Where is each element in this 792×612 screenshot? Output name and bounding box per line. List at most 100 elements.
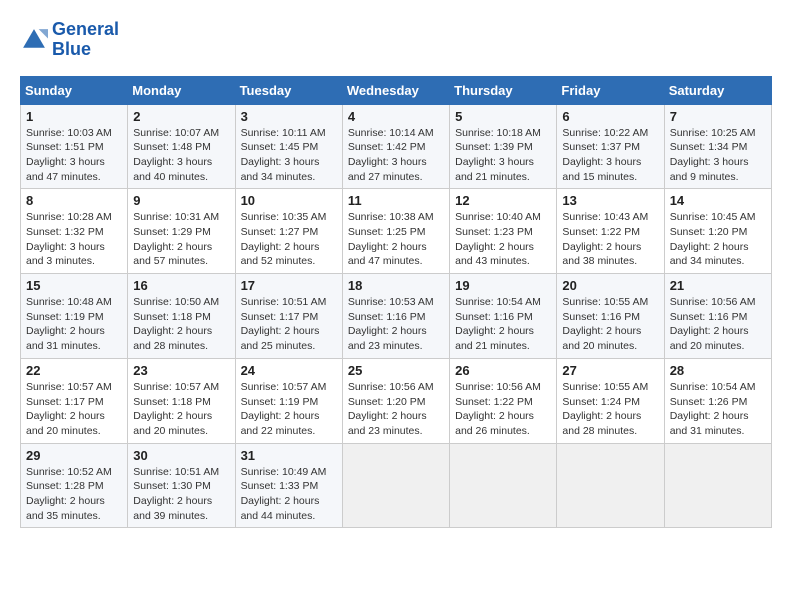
- sunrise-label: Sunrise: 10:56 AM: [348, 381, 434, 393]
- sunrise-label: Sunrise: 10:57 AM: [241, 381, 327, 393]
- daylight-label: Daylight: 2 hours and 21 minutes.: [455, 325, 534, 352]
- daylight-label: Daylight: 2 hours and 38 minutes.: [562, 241, 641, 268]
- day-info: Sunrise: 10:54 AM Sunset: 1:16 PM Daylig…: [455, 295, 551, 354]
- calendar-cell: 26 Sunrise: 10:56 AM Sunset: 1:22 PM Day…: [450, 358, 557, 443]
- calendar-cell: 20 Sunrise: 10:55 AM Sunset: 1:16 PM Day…: [557, 274, 664, 359]
- sunrise-label: Sunrise: 10:48 AM: [26, 296, 112, 308]
- calendar-cell: 18 Sunrise: 10:53 AM Sunset: 1:16 PM Day…: [342, 274, 449, 359]
- daylight-label: Daylight: 2 hours and 39 minutes.: [133, 495, 212, 522]
- logo-icon: [20, 26, 48, 54]
- daylight-label: Daylight: 2 hours and 22 minutes.: [241, 410, 320, 437]
- calendar-week-5: 29 Sunrise: 10:52 AM Sunset: 1:28 PM Day…: [21, 443, 772, 528]
- day-info: Sunrise: 10:54 AM Sunset: 1:26 PM Daylig…: [670, 380, 766, 439]
- sunrise-label: Sunrise: 10:57 AM: [26, 381, 112, 393]
- day-info: Sunrise: 10:56 AM Sunset: 1:22 PM Daylig…: [455, 380, 551, 439]
- sunrise-label: Sunrise: 10:14 AM: [348, 127, 434, 139]
- daylight-label: Daylight: 2 hours and 20 minutes.: [670, 325, 749, 352]
- day-info: Sunrise: 10:56 AM Sunset: 1:20 PM Daylig…: [348, 380, 444, 439]
- daylight-label: Daylight: 2 hours and 57 minutes.: [133, 241, 212, 268]
- sunrise-label: Sunrise: 10:55 AM: [562, 296, 648, 308]
- calendar-cell: 12 Sunrise: 10:40 AM Sunset: 1:23 PM Day…: [450, 189, 557, 274]
- daylight-label: Daylight: 2 hours and 23 minutes.: [348, 410, 427, 437]
- calendar-cell: 10 Sunrise: 10:35 AM Sunset: 1:27 PM Day…: [235, 189, 342, 274]
- day-number: 9: [133, 193, 229, 208]
- calendar-cell: 15 Sunrise: 10:48 AM Sunset: 1:19 PM Day…: [21, 274, 128, 359]
- day-number: 19: [455, 278, 551, 293]
- weekday-header-thursday: Thursday: [450, 76, 557, 104]
- day-number: 24: [241, 363, 337, 378]
- day-number: 3: [241, 109, 337, 124]
- daylight-label: Daylight: 3 hours and 9 minutes.: [670, 156, 749, 183]
- day-info: Sunrise: 10:55 AM Sunset: 1:24 PM Daylig…: [562, 380, 658, 439]
- day-info: Sunrise: 10:07 AM Sunset: 1:48 PM Daylig…: [133, 126, 229, 185]
- calendar-week-4: 22 Sunrise: 10:57 AM Sunset: 1:17 PM Day…: [21, 358, 772, 443]
- day-number: 10: [241, 193, 337, 208]
- day-info: Sunrise: 10:35 AM Sunset: 1:27 PM Daylig…: [241, 210, 337, 269]
- day-number: 30: [133, 448, 229, 463]
- day-number: 23: [133, 363, 229, 378]
- day-number: 11: [348, 193, 444, 208]
- sunset-label: Sunset: 1:19 PM: [26, 311, 104, 323]
- sunset-label: Sunset: 1:16 PM: [562, 311, 640, 323]
- logo: General Blue: [20, 20, 119, 60]
- sunset-label: Sunset: 1:39 PM: [455, 141, 533, 153]
- sunset-label: Sunset: 1:33 PM: [241, 480, 319, 492]
- daylight-label: Daylight: 2 hours and 20 minutes.: [133, 410, 212, 437]
- sunset-label: Sunset: 1:22 PM: [562, 226, 640, 238]
- day-number: 1: [26, 109, 122, 124]
- weekday-header-sunday: Sunday: [21, 76, 128, 104]
- daylight-label: Daylight: 3 hours and 15 minutes.: [562, 156, 641, 183]
- daylight-label: Daylight: 2 hours and 23 minutes.: [348, 325, 427, 352]
- sunrise-label: Sunrise: 10:22 AM: [562, 127, 648, 139]
- sunset-label: Sunset: 1:24 PM: [562, 396, 640, 408]
- day-info: Sunrise: 10:40 AM Sunset: 1:23 PM Daylig…: [455, 210, 551, 269]
- calendar-cell: 7 Sunrise: 10:25 AM Sunset: 1:34 PM Dayl…: [664, 104, 771, 189]
- sunrise-label: Sunrise: 10:45 AM: [670, 211, 756, 223]
- calendar-cell: [342, 443, 449, 528]
- day-number: 2: [133, 109, 229, 124]
- calendar-cell: 6 Sunrise: 10:22 AM Sunset: 1:37 PM Dayl…: [557, 104, 664, 189]
- sunrise-label: Sunrise: 10:07 AM: [133, 127, 219, 139]
- calendar-table: SundayMondayTuesdayWednesdayThursdayFrid…: [20, 76, 772, 529]
- calendar-cell: 19 Sunrise: 10:54 AM Sunset: 1:16 PM Day…: [450, 274, 557, 359]
- sunset-label: Sunset: 1:27 PM: [241, 226, 319, 238]
- day-info: Sunrise: 10:31 AM Sunset: 1:29 PM Daylig…: [133, 210, 229, 269]
- day-info: Sunrise: 10:56 AM Sunset: 1:16 PM Daylig…: [670, 295, 766, 354]
- day-number: 12: [455, 193, 551, 208]
- sunrise-label: Sunrise: 10:31 AM: [133, 211, 219, 223]
- daylight-label: Daylight: 2 hours and 20 minutes.: [26, 410, 105, 437]
- sunrise-label: Sunrise: 10:40 AM: [455, 211, 541, 223]
- sunrise-label: Sunrise: 10:03 AM: [26, 127, 112, 139]
- day-number: 20: [562, 278, 658, 293]
- day-info: Sunrise: 10:57 AM Sunset: 1:17 PM Daylig…: [26, 380, 122, 439]
- daylight-label: Daylight: 2 hours and 47 minutes.: [348, 241, 427, 268]
- day-info: Sunrise: 10:57 AM Sunset: 1:18 PM Daylig…: [133, 380, 229, 439]
- calendar-cell: 16 Sunrise: 10:50 AM Sunset: 1:18 PM Day…: [128, 274, 235, 359]
- day-number: 17: [241, 278, 337, 293]
- daylight-label: Daylight: 2 hours and 31 minutes.: [26, 325, 105, 352]
- sunrise-label: Sunrise: 10:49 AM: [241, 466, 327, 478]
- day-info: Sunrise: 10:25 AM Sunset: 1:34 PM Daylig…: [670, 126, 766, 185]
- daylight-label: Daylight: 2 hours and 52 minutes.: [241, 241, 320, 268]
- sunrise-label: Sunrise: 10:54 AM: [455, 296, 541, 308]
- day-info: Sunrise: 10:52 AM Sunset: 1:28 PM Daylig…: [26, 465, 122, 524]
- day-number: 27: [562, 363, 658, 378]
- day-info: Sunrise: 10:45 AM Sunset: 1:20 PM Daylig…: [670, 210, 766, 269]
- day-info: Sunrise: 10:14 AM Sunset: 1:42 PM Daylig…: [348, 126, 444, 185]
- calendar-cell: 24 Sunrise: 10:57 AM Sunset: 1:19 PM Day…: [235, 358, 342, 443]
- daylight-label: Daylight: 3 hours and 34 minutes.: [241, 156, 320, 183]
- daylight-label: Daylight: 2 hours and 35 minutes.: [26, 495, 105, 522]
- sunset-label: Sunset: 1:48 PM: [133, 141, 211, 153]
- calendar-cell: 30 Sunrise: 10:51 AM Sunset: 1:30 PM Day…: [128, 443, 235, 528]
- calendar-cell: 3 Sunrise: 10:11 AM Sunset: 1:45 PM Dayl…: [235, 104, 342, 189]
- sunrise-label: Sunrise: 10:28 AM: [26, 211, 112, 223]
- sunrise-label: Sunrise: 10:43 AM: [562, 211, 648, 223]
- calendar-cell: 13 Sunrise: 10:43 AM Sunset: 1:22 PM Day…: [557, 189, 664, 274]
- sunset-label: Sunset: 1:22 PM: [455, 396, 533, 408]
- sunset-label: Sunset: 1:45 PM: [241, 141, 319, 153]
- sunrise-label: Sunrise: 10:54 AM: [670, 381, 756, 393]
- daylight-label: Daylight: 3 hours and 21 minutes.: [455, 156, 534, 183]
- day-number: 15: [26, 278, 122, 293]
- calendar-cell: 9 Sunrise: 10:31 AM Sunset: 1:29 PM Dayl…: [128, 189, 235, 274]
- day-number: 29: [26, 448, 122, 463]
